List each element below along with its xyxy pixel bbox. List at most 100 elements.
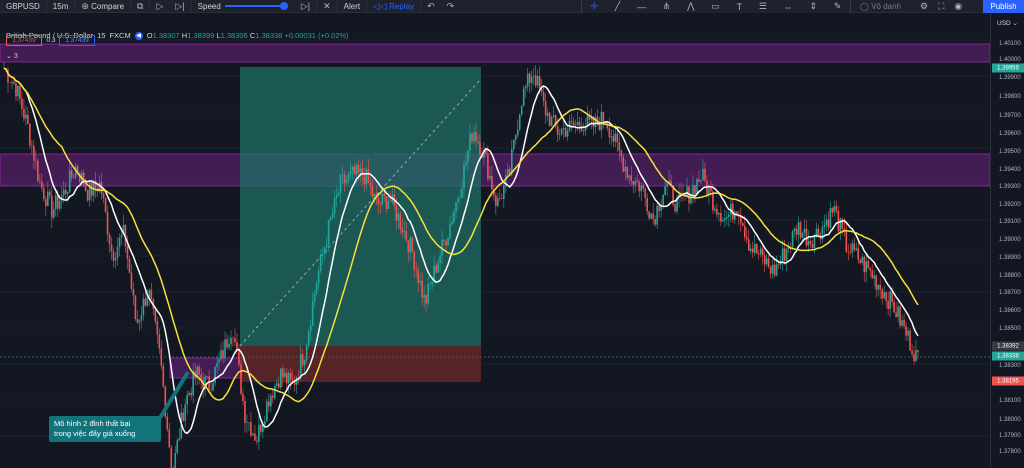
candle-body bbox=[313, 293, 316, 303]
candle-body bbox=[331, 213, 334, 218]
candle-body bbox=[865, 261, 868, 273]
text-icon[interactable]: T bbox=[737, 2, 743, 12]
candle-body bbox=[50, 195, 53, 218]
candle-body bbox=[178, 438, 181, 441]
redo-button[interactable]: ↷ bbox=[441, 0, 461, 13]
long-position-profit[interactable] bbox=[240, 67, 481, 346]
publish-button[interactable]: Publish bbox=[983, 0, 1024, 13]
candle-body bbox=[134, 295, 137, 319]
speed-slider-knob[interactable] bbox=[279, 2, 288, 10]
interval-button[interactable]: 15m bbox=[47, 0, 76, 13]
candle-body bbox=[224, 339, 226, 358]
supply-zone[interactable] bbox=[0, 153, 990, 187]
compare-button[interactable]: ⊕ Compare bbox=[75, 0, 132, 13]
measure-icon[interactable]: ⇔ bbox=[784, 2, 793, 12]
sell-button[interactable]: 1.37439 bbox=[6, 35, 42, 46]
candle-body bbox=[445, 240, 447, 246]
close-replay-button[interactable]: ✕ bbox=[317, 0, 338, 13]
camera-icon[interactable]: ◉ bbox=[954, 1, 962, 12]
candle-body bbox=[19, 85, 21, 99]
crosshair-icon[interactable]: ✛ bbox=[590, 1, 598, 12]
candle-body bbox=[108, 234, 111, 245]
buy-button[interactable]: 1.37439 bbox=[59, 35, 95, 46]
candle-body bbox=[628, 175, 631, 178]
brush-icon[interactable]: ✎ bbox=[834, 1, 842, 12]
candle-body bbox=[917, 350, 919, 352]
indicators-collapse-toggle[interactable]: ⌄ 3 bbox=[6, 52, 18, 60]
candle-body bbox=[232, 337, 234, 339]
pitchfork-icon[interactable]: ⋔ bbox=[663, 1, 671, 12]
currency-selector[interactable]: USD ⌄ bbox=[997, 19, 1018, 27]
skip-end-icon: ▷| bbox=[300, 0, 311, 11]
candle-body bbox=[510, 149, 513, 174]
candle-body bbox=[250, 422, 252, 436]
price-chart[interactable] bbox=[0, 13, 990, 468]
candle-body bbox=[903, 320, 905, 327]
user-menu[interactable]: ◯ Vô danh bbox=[860, 0, 901, 13]
price-tick: 1.39800 bbox=[999, 94, 1021, 100]
fib-icon[interactable]: ☰ bbox=[759, 1, 767, 12]
candle-body bbox=[600, 111, 603, 131]
rectangle-icon[interactable]: ▭ bbox=[711, 1, 720, 12]
candle-body bbox=[226, 339, 228, 348]
candle-body bbox=[130, 272, 133, 289]
candle-body bbox=[640, 185, 643, 192]
candle-body bbox=[747, 239, 750, 251]
publish-label: Publish bbox=[990, 2, 1017, 11]
candle-body bbox=[347, 174, 350, 180]
undo-button[interactable]: ↶ bbox=[421, 0, 441, 13]
trendline-icon[interactable]: ╱ bbox=[615, 1, 620, 12]
candle-body bbox=[598, 124, 601, 131]
jump-end-button[interactable]: ▷| bbox=[295, 0, 318, 13]
candle-body bbox=[855, 248, 858, 251]
candle-body bbox=[43, 188, 45, 200]
speed-control[interactable]: Speed bbox=[192, 0, 295, 13]
candle-body bbox=[104, 198, 107, 213]
replay-button[interactable]: ◁◁ Replay bbox=[367, 0, 422, 13]
annotation-line-1: Mô hình 2 đỉnh thất bại bbox=[54, 419, 131, 428]
candle-body bbox=[429, 283, 431, 285]
buy-price: 1.37439 bbox=[65, 37, 89, 44]
candle-body bbox=[694, 185, 696, 195]
candle-body bbox=[909, 330, 911, 351]
candle-body bbox=[27, 114, 29, 124]
pattern-icon[interactable]: ⋀ bbox=[687, 1, 694, 12]
fullscreen-icon[interactable]: ⛶ bbox=[938, 1, 944, 12]
candle-body bbox=[337, 192, 340, 196]
candle-body bbox=[150, 289, 153, 300]
candle-body bbox=[369, 183, 372, 186]
annotation-callout[interactable]: Mô hình 2 đỉnh thất bại trong việc đẩy g… bbox=[49, 416, 161, 442]
horizontal-line-icon[interactable]: — bbox=[637, 2, 646, 12]
candle-body bbox=[773, 264, 776, 276]
settings-icon[interactable]: ⚙ bbox=[920, 1, 928, 12]
candle-body bbox=[755, 243, 758, 254]
alert-button[interactable]: Alert bbox=[338, 0, 368, 13]
candle-body bbox=[524, 86, 527, 89]
candle-body bbox=[437, 262, 439, 273]
play-button[interactable]: ▷ bbox=[150, 0, 169, 13]
chart-pane[interactable]: British Pound / U.S. Dollar 15 FXCM ◀ O1… bbox=[0, 13, 990, 468]
symbol-search[interactable]: GBPUSD bbox=[0, 0, 47, 13]
step-button[interactable]: ▷| bbox=[169, 0, 192, 13]
candle-body bbox=[630, 175, 633, 182]
indicators-button[interactable]: ⧉ bbox=[131, 0, 151, 13]
resistance-zone[interactable] bbox=[0, 43, 990, 63]
candle-body bbox=[594, 116, 597, 128]
user-label: Vô danh bbox=[871, 2, 901, 11]
candle-body bbox=[33, 145, 35, 161]
speed-slider[interactable] bbox=[224, 2, 288, 10]
long-position-icon[interactable]: ⇕ bbox=[810, 1, 818, 12]
candle-body bbox=[566, 130, 569, 137]
price-tag-high-text: 1.39959 bbox=[997, 65, 1019, 71]
candle-body bbox=[503, 185, 505, 200]
candle-body bbox=[829, 208, 832, 228]
candle-body bbox=[769, 266, 772, 274]
redo-icon: ↷ bbox=[446, 0, 455, 11]
candle-body bbox=[558, 134, 561, 135]
candle-body bbox=[222, 350, 224, 358]
long-position-loss[interactable] bbox=[240, 346, 481, 382]
speed-label: Speed bbox=[197, 1, 221, 11]
candle-body bbox=[435, 265, 437, 273]
legend-interval: 15 bbox=[97, 31, 106, 40]
candle-body bbox=[497, 198, 499, 206]
